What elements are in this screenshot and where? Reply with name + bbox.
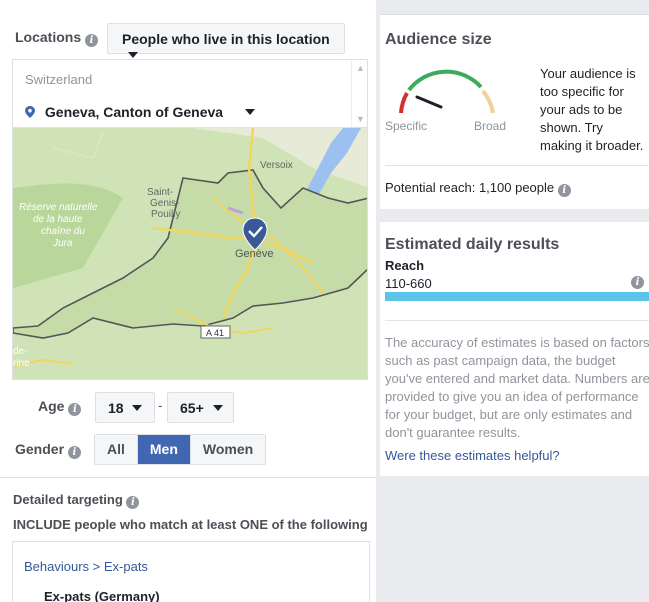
gender-all-button[interactable]: All — [95, 435, 138, 464]
targeting-breadcrumb[interactable]: Behaviours > Ex-pats — [24, 559, 148, 574]
location-map[interactable]: Versoix Saint- Genis- Pouilly Réserve na… — [12, 127, 368, 380]
map-label-pouilly: Pouilly — [151, 209, 180, 220]
location-type-dropdown[interactable]: People who live in this location — [107, 23, 345, 58]
detailed-targeting-label-text: Detailed targeting — [13, 492, 123, 507]
caret-down-icon — [212, 405, 223, 411]
caret-down-icon[interactable] — [244, 109, 255, 115]
map-label-genis: Genis- — [150, 198, 179, 209]
age-min-value: 18 — [108, 400, 124, 416]
locations-label-text: Locations — [15, 29, 82, 45]
age-label-text: Age — [38, 398, 65, 414]
country-label: Switzerland — [25, 72, 93, 87]
estimates-feedback-link[interactable]: Were these estimates helpful? — [385, 448, 560, 463]
map-label-jura: Jura — [52, 238, 73, 249]
map-label-chaine: chaîne du — [41, 226, 85, 237]
map-label-rine: rine — [13, 358, 30, 369]
targeting-item: Ex-pats (Germany) — [44, 589, 160, 602]
potential-reach: Potential reach: 1,100 people i — [385, 180, 571, 197]
info-icon[interactable]: i — [631, 276, 644, 289]
reach-range: 110-660 — [385, 276, 432, 291]
estimates-note: The accuracy of estimates is based on fa… — [385, 335, 649, 440]
location-type-value: People who live in this location — [122, 31, 330, 47]
audience-size-card: Audience size Specific Broad Your audien… — [380, 14, 649, 209]
scrollbar[interactable]: ▲ ▼ — [351, 60, 367, 128]
include-instruction: INCLUDE people who match at least ONE of… — [13, 517, 368, 532]
map-label-de: de- — [13, 346, 27, 357]
age-max-dropdown[interactable]: 65+ — [167, 392, 234, 423]
info-icon[interactable]: i — [557, 184, 571, 197]
locations-label: Locations i — [15, 29, 99, 47]
gauge-broad-label: Broad — [474, 119, 507, 133]
map-label-reserve: Réserve naturelle — [19, 202, 98, 213]
map-label-saint: Saint- — [147, 187, 173, 198]
targeting-panel: Locations i People who live in this loca… — [0, 0, 376, 602]
audience-size-title: Audience size — [385, 31, 492, 48]
gender-label-text: Gender — [15, 441, 65, 457]
divider — [0, 477, 376, 478]
scroll-up-icon[interactable]: ▲ — [356, 63, 365, 73]
selected-location-name: Geneva, Canton of Geneva — [44, 104, 224, 120]
selected-locations-box: Switzerland Geneva, Canton of Geneva ▲ ▼ — [12, 59, 368, 128]
caret-down-icon — [128, 52, 138, 58]
reach-bar-fill — [385, 292, 649, 301]
detailed-targeting-label: Detailed targeting i — [13, 492, 140, 509]
map-label-versoix: Versoix — [260, 160, 293, 171]
audience-description: Your audience is too specific for your a… — [540, 66, 644, 153]
estimated-results-title: Estimated daily results — [385, 236, 560, 253]
estimated-results-card: Estimated daily results Reach 110-660 i … — [380, 222, 649, 476]
age-max-value: 65+ — [180, 400, 204, 416]
gender-women-button[interactable]: Women — [190, 435, 266, 464]
potential-reach-text: Potential reach: 1,100 people — [385, 180, 555, 195]
divider — [385, 165, 649, 166]
map-canvas: Versoix Saint- Genis- Pouilly Réserve na… — [13, 128, 367, 379]
map-label-a41: A 41 — [206, 328, 224, 338]
gender-toggle-group: All Men Women — [94, 434, 267, 465]
gender-label: Gender i — [15, 441, 81, 459]
reach-bar — [385, 292, 649, 301]
selected-location-item[interactable]: Geneva, Canton of Geneva — [25, 104, 255, 120]
info-icon[interactable]: i — [126, 496, 140, 509]
info-icon[interactable]: i — [68, 403, 82, 416]
divider — [385, 320, 649, 321]
map-label-haute: de la haute — [33, 214, 83, 225]
results-panel: Audience size Specific Broad Your audien… — [380, 0, 649, 602]
caret-down-icon — [132, 405, 143, 411]
info-icon[interactable]: i — [85, 34, 99, 47]
gauge-specific-label: Specific — [385, 119, 428, 133]
location-pin-icon — [25, 106, 35, 118]
age-separator: - — [158, 398, 163, 413]
gender-men-button[interactable]: Men — [137, 435, 191, 464]
detailed-targeting-box: Behaviours > Ex-pats Ex-pats (Germany) — [12, 541, 370, 602]
age-min-dropdown[interactable]: 18 — [95, 392, 155, 423]
reach-label: Reach — [385, 258, 425, 273]
info-icon[interactable]: i — [67, 446, 81, 459]
age-label: Age i — [38, 398, 82, 416]
scroll-down-icon[interactable]: ▼ — [356, 114, 365, 124]
